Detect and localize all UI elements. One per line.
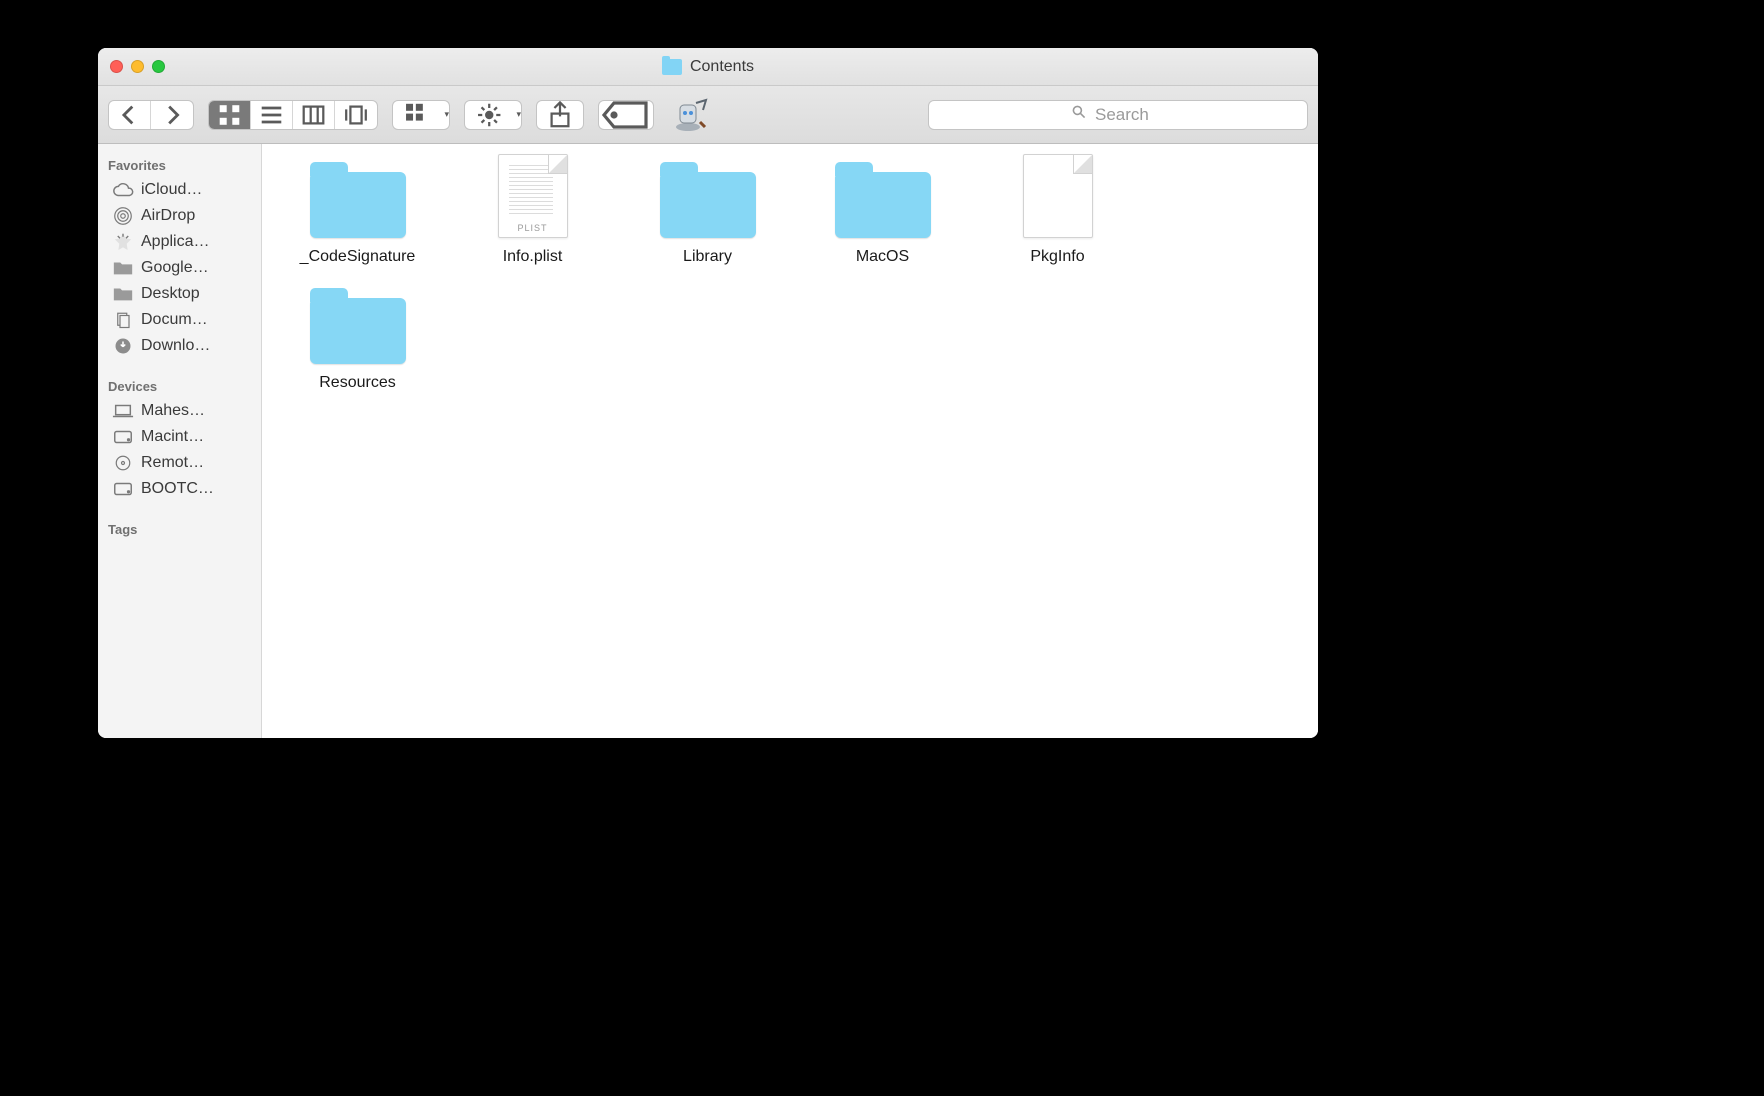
sidebar-item-label: Remot… xyxy=(141,454,204,472)
sidebar-item-documents[interactable]: Docum… xyxy=(98,307,261,333)
applications-icon xyxy=(112,233,134,251)
item-label: Resources xyxy=(319,374,395,392)
sidebar-heading-devices: Devices xyxy=(98,373,261,398)
airdrop-icon xyxy=(112,207,134,225)
folder-icon xyxy=(310,162,406,238)
traffic-lights xyxy=(110,60,165,73)
coverflow-view-button[interactable] xyxy=(335,101,377,129)
sidebar-heading-tags: Tags xyxy=(98,516,261,541)
sidebar-item-label: iCloud… xyxy=(141,181,202,199)
chevron-down-icon: ▾ xyxy=(516,109,521,120)
hdd-icon xyxy=(112,480,134,498)
sidebar-item-label: Macint… xyxy=(141,428,204,446)
sidebar-item-applications[interactable]: Applica… xyxy=(98,229,261,255)
arrange-button[interactable]: ▾ xyxy=(392,100,450,130)
plist-file-icon: PLIST xyxy=(485,162,581,238)
hdd-icon xyxy=(112,428,134,446)
sidebar-item-macintosh[interactable]: Macint… xyxy=(98,424,261,450)
folder-icon xyxy=(835,162,931,238)
sidebar-item-airdrop[interactable]: AirDrop xyxy=(98,203,261,229)
laptop-icon xyxy=(112,402,134,420)
window-title-text: Contents xyxy=(690,58,754,76)
chevron-down-icon: ▾ xyxy=(444,109,449,120)
share-button[interactable] xyxy=(536,100,584,130)
sidebar-item-label: Mahes… xyxy=(141,402,205,420)
close-button[interactable] xyxy=(110,60,123,73)
sidebar-item-remotedisc[interactable]: Remot… xyxy=(98,450,261,476)
item-label: Info.plist xyxy=(503,248,563,266)
download-icon xyxy=(112,337,134,355)
documents-icon xyxy=(112,311,134,329)
item-label: _CodeSignature xyxy=(300,248,416,266)
folder-icon xyxy=(662,59,682,75)
sidebar-item-label: Google… xyxy=(141,259,209,277)
finder-window: Contents xyxy=(98,48,1318,738)
sidebar-item-label: BOOTC… xyxy=(141,480,214,498)
file-type-tag: PLIST xyxy=(499,223,567,233)
nav-buttons xyxy=(108,100,194,130)
sidebar-item-google[interactable]: Google… xyxy=(98,255,261,281)
window-body: Favorites iCloud… AirDrop Applica… Googl… xyxy=(98,144,1318,738)
sidebar-item-label: AirDrop xyxy=(141,207,195,225)
sidebar-item-label: Applica… xyxy=(141,233,209,251)
view-mode-segment xyxy=(208,100,378,130)
tags-button[interactable] xyxy=(598,100,654,130)
sidebar-item-computer[interactable]: Mahes… xyxy=(98,398,261,424)
folder-resources[interactable]: Resources xyxy=(270,288,445,392)
icon-view-button[interactable] xyxy=(209,101,251,129)
back-button[interactable] xyxy=(109,101,151,129)
fullscreen-button[interactable] xyxy=(152,60,165,73)
folder-icon xyxy=(660,162,756,238)
folder-library[interactable]: Library xyxy=(620,162,795,266)
titlebar: Contents xyxy=(98,48,1318,86)
item-label: MacOS xyxy=(856,248,909,266)
file-pkginfo[interactable]: PkgInfo xyxy=(970,162,1145,266)
action-button[interactable]: ▾ xyxy=(464,100,522,130)
forward-button[interactable] xyxy=(151,101,193,129)
search-icon xyxy=(1071,104,1087,125)
sidebar-item-downloads[interactable]: Downlo… xyxy=(98,333,261,359)
file-info-plist[interactable]: PLIST Info.plist xyxy=(445,162,620,266)
search-box[interactable] xyxy=(928,100,1308,130)
window-title: Contents xyxy=(98,58,1318,76)
automator-icon[interactable] xyxy=(668,95,708,135)
content-area[interactable]: _CodeSignature PLIST Info.plist Library … xyxy=(262,144,1318,738)
sidebar-item-bootcamp[interactable]: BOOTC… xyxy=(98,476,261,502)
blank-file-icon xyxy=(1010,162,1106,238)
sidebar-item-desktop[interactable]: Desktop xyxy=(98,281,261,307)
cloud-icon xyxy=(112,181,134,199)
folder-icon xyxy=(112,259,134,277)
sidebar: Favorites iCloud… AirDrop Applica… Googl… xyxy=(98,144,262,738)
item-label: Library xyxy=(683,248,732,266)
minimize-button[interactable] xyxy=(131,60,144,73)
sidebar-item-label: Downlo… xyxy=(141,337,210,355)
sidebar-item-label: Docum… xyxy=(141,311,208,329)
folder-codesignature[interactable]: _CodeSignature xyxy=(270,162,445,266)
sidebar-heading-favorites: Favorites xyxy=(98,152,261,177)
list-view-button[interactable] xyxy=(251,101,293,129)
search-input[interactable] xyxy=(1095,105,1165,125)
item-label: PkgInfo xyxy=(1030,248,1084,266)
disc-icon xyxy=(112,454,134,472)
sidebar-item-label: Desktop xyxy=(141,285,200,303)
sidebar-item-icloud[interactable]: iCloud… xyxy=(98,177,261,203)
folder-icon xyxy=(310,288,406,364)
toolbar: ▾ ▾ xyxy=(98,86,1318,144)
folder-icon xyxy=(112,285,134,303)
folder-macos[interactable]: MacOS xyxy=(795,162,970,266)
column-view-button[interactable] xyxy=(293,101,335,129)
